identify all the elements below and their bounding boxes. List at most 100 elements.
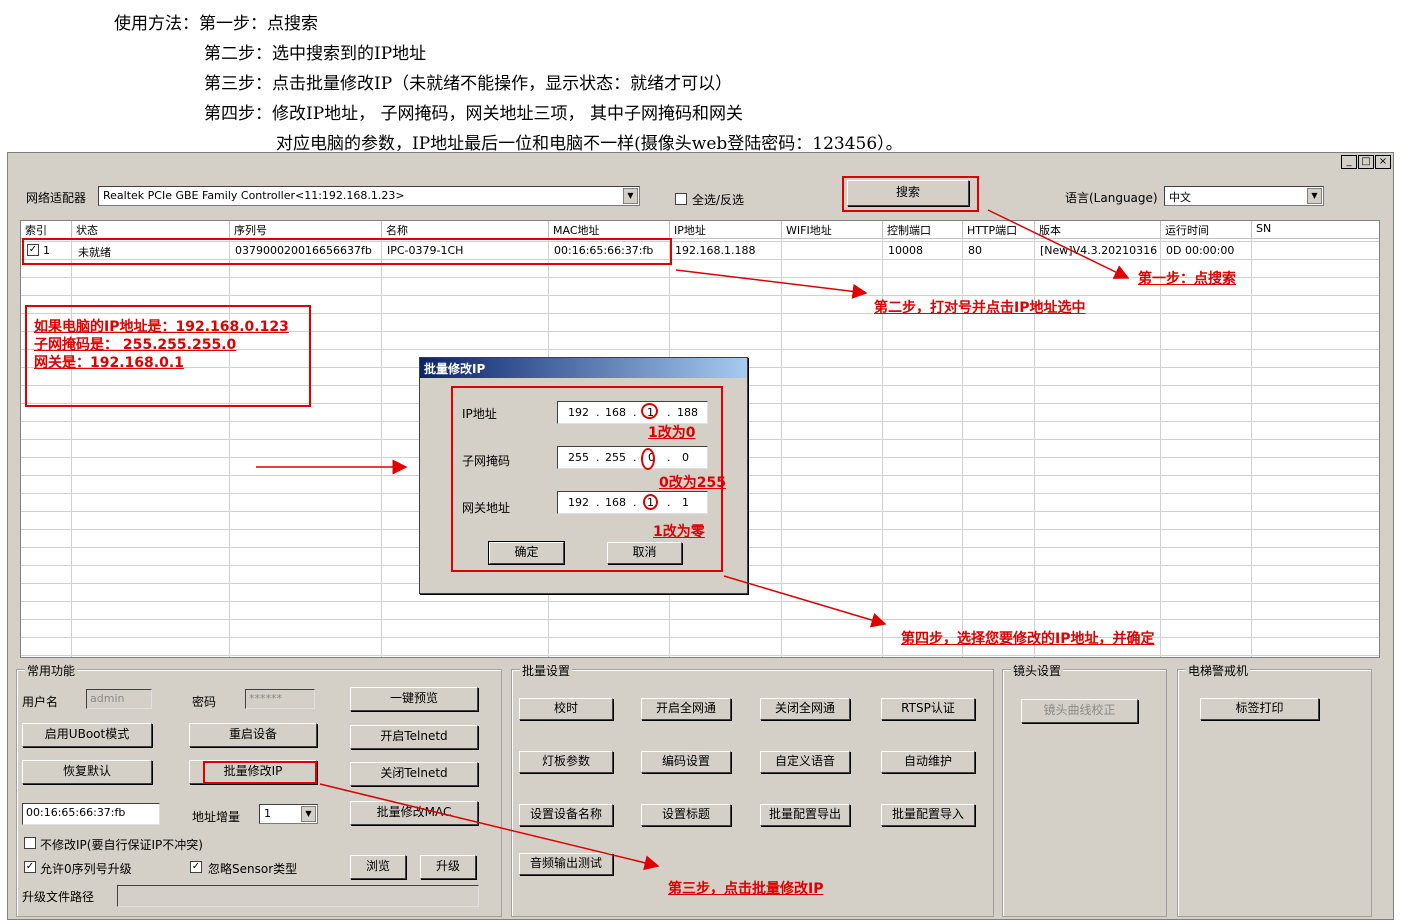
maximize-button[interactable]: □ xyxy=(1358,155,1374,169)
batch-modify-mac-button[interactable]: 批量修改MAC xyxy=(350,801,478,825)
uboot-mode-button[interactable]: 启用UBoot模式 xyxy=(22,723,152,747)
batch-config-export-button[interactable]: 批量配置导出 xyxy=(760,804,850,826)
step1-annotation: 第一步：点搜索 xyxy=(1138,271,1236,287)
chevron-down-icon[interactable]: ▼ xyxy=(623,188,638,204)
col-header-version[interactable]: 版本 xyxy=(1035,221,1161,239)
set-title-button[interactable]: 设置标题 xyxy=(641,804,731,826)
instruction-line-1: 使用方法：第一步：点搜索 xyxy=(114,14,318,34)
upgrade-path-label: 升级文件路径 xyxy=(22,890,95,904)
reboot-button[interactable]: 重启设备 xyxy=(189,723,317,747)
address-increment-label: 地址增量 xyxy=(192,810,241,824)
step4-annotation: 第四步，选择您要修改的IP地址，并确定 xyxy=(901,631,1155,647)
close-button[interactable]: × xyxy=(1375,155,1391,169)
allow-serial-checkbox[interactable]: ✓ xyxy=(24,861,36,873)
instruction-line-2: 第二步：选中搜索到的IP地址 xyxy=(204,44,427,64)
username-label: 用户名 xyxy=(22,695,59,709)
lamp-board-button[interactable]: 灯板参数 xyxy=(519,751,613,773)
col-header-wifi[interactable]: WIFI地址 xyxy=(782,221,883,239)
col-header-ctrl-port[interactable]: 控制端口 xyxy=(883,221,963,239)
ignore-sensor-label: 忽略Sensor类型 xyxy=(208,862,298,876)
one-key-preview-button[interactable]: 一键预览 xyxy=(350,687,478,711)
label-print-button[interactable]: 标签打印 xyxy=(1200,698,1319,720)
note-line-1: 如果电脑的IP地址是：192.168.0.123 xyxy=(34,319,289,335)
chevron-down-icon[interactable]: ▼ xyxy=(1307,188,1322,204)
upgrade-button[interactable]: 升级 xyxy=(420,855,476,879)
gw-octet-circle xyxy=(643,494,658,510)
row-uptime: 0D 00:00:00 xyxy=(1166,244,1235,257)
row-ctrl-port: 10008 xyxy=(888,244,923,257)
open-telnet-button[interactable]: 开启Telnetd xyxy=(350,725,478,749)
address-increment-value: 1 xyxy=(264,807,271,820)
mask-octet-circle xyxy=(641,448,655,470)
no-ip-change-checkbox[interactable] xyxy=(24,837,36,849)
adapter-label: 网络适配器 xyxy=(26,191,87,205)
batch-ip-highlight-box xyxy=(203,761,317,784)
col-header-name[interactable]: 名称 xyxy=(382,221,549,239)
adapter-value: Realtek PCIe GBE Family Controller<11:19… xyxy=(103,189,405,202)
enable-allnet-button[interactable]: 开启全网通 xyxy=(641,698,731,720)
note-line-2: 子网掩码是： 255.255.255.0 xyxy=(34,337,237,353)
instruction-line-5: 对应电脑的参数，IP地址最后一位和电脑不一样(摄像头web登陆密码：123456… xyxy=(276,134,903,154)
no-ip-change-label: 不修改IP(要自行保证IP不冲突) xyxy=(40,838,203,852)
rtsp-auth-button[interactable]: RTSP认证 xyxy=(881,698,975,720)
disable-allnet-button[interactable]: 关闭全网通 xyxy=(760,698,850,720)
username-input[interactable]: admin xyxy=(86,689,152,709)
row-sn xyxy=(1253,241,1261,259)
ip-octet-circle xyxy=(641,403,658,419)
browse-button[interactable]: 浏览 xyxy=(350,855,406,879)
encode-settings-button[interactable]: 编码设置 xyxy=(641,751,731,773)
select-all-checkbox[interactable] xyxy=(675,193,687,205)
batch-settings-title: 批量设置 xyxy=(520,662,573,679)
row-wifi xyxy=(783,241,791,259)
col-header-http-port[interactable]: HTTP端口 xyxy=(963,221,1035,239)
lens-curve-button[interactable]: 镜头曲线校正 xyxy=(1021,699,1138,723)
gw-fix-annotation: 1改为零 xyxy=(653,524,705,540)
custom-voice-button[interactable]: 自定义语音 xyxy=(760,751,850,773)
language-value: 中文 xyxy=(1169,191,1191,204)
address-increment-select[interactable]: 1 ▼ xyxy=(259,804,318,824)
row-ip[interactable]: 192.168.1.188 xyxy=(671,241,759,259)
language-label: 语言(Language) xyxy=(1065,191,1158,205)
mac-input[interactable]: 00:16:65:66:37:fb xyxy=(22,803,160,825)
ip-fix-annotation: 1改为0 xyxy=(648,425,696,441)
col-header-uptime[interactable]: 运行时间 xyxy=(1161,221,1252,239)
step2-annotation: 第二步，打对号并点击IP地址选中 xyxy=(874,300,1086,316)
adapter-select[interactable]: Realtek PCIe GBE Family Controller<11:19… xyxy=(98,186,640,206)
instruction-line-3: 第三步：点击批量修改IP（未就绪不能操作，显示状态：就绪才可以） xyxy=(204,74,733,94)
chevron-down-icon[interactable]: ▼ xyxy=(301,806,316,822)
batch-config-import-button[interactable]: 批量配置导入 xyxy=(881,804,975,826)
password-input[interactable]: ****** xyxy=(245,689,315,709)
close-telnet-button[interactable]: 关闭Telnetd xyxy=(350,762,478,786)
select-all-label: 全选/反选 xyxy=(692,193,745,207)
dialog-title: 批量修改IP xyxy=(420,358,747,378)
ignore-sensor-checkbox[interactable]: ✓ xyxy=(190,861,202,873)
restore-default-button[interactable]: 恢复默认 xyxy=(22,760,152,784)
step3-annotation: 第三步，点击批量修改IP xyxy=(668,881,824,897)
elevator-title: 电梯警戒机 xyxy=(1186,662,1251,679)
auto-maintain-button[interactable]: 自动维护 xyxy=(881,751,975,773)
col-header-sn[interactable]: SN xyxy=(1252,221,1379,239)
set-device-name-button[interactable]: 设置设备名称 xyxy=(519,804,613,826)
upgrade-path-input[interactable] xyxy=(117,885,479,907)
time-sync-button[interactable]: 校时 xyxy=(519,698,613,720)
row-version: [New]V4.3.20210316 xyxy=(1040,244,1158,257)
minimize-button[interactable]: _ xyxy=(1341,155,1357,169)
col-header-mac[interactable]: MAC地址 xyxy=(549,221,670,239)
mask-fix-annotation: 0改为255 xyxy=(659,475,726,491)
row-http-port: 80 xyxy=(968,244,982,257)
note-line-3: 网关是：192.168.0.1 xyxy=(34,355,184,371)
instruction-line-4: 第四步：修改IP地址， 子网掩码，网关地址三项， 其中子网掩码和网关 xyxy=(204,104,743,124)
lens-settings-title: 镜头设置 xyxy=(1011,662,1064,679)
search-highlight-box xyxy=(842,176,979,212)
col-header-status[interactable]: 状态 xyxy=(72,221,230,239)
window-controls: _ □ × xyxy=(1341,155,1391,169)
allow-serial-label: 允许0序列号升级 xyxy=(40,862,132,876)
password-label: 密码 xyxy=(192,695,217,709)
row-highlight-box xyxy=(22,238,672,265)
col-header-ip[interactable]: IP地址 xyxy=(670,221,782,239)
col-header-index[interactable]: 索引 xyxy=(21,221,72,239)
language-select[interactable]: 中文 ▼ xyxy=(1164,186,1324,206)
col-header-serial[interactable]: 序列号 xyxy=(230,221,382,239)
common-functions-title: 常用功能 xyxy=(25,662,78,679)
audio-output-test-button[interactable]: 音频输出测试 xyxy=(519,853,613,875)
